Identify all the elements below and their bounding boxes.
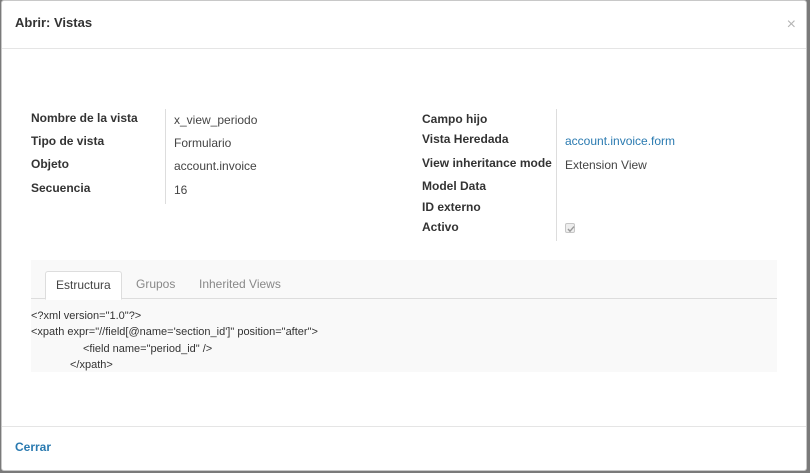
field-label: View inheritance mode bbox=[422, 156, 552, 170]
right-field-divider bbox=[556, 109, 557, 241]
dialog-title: Abrir: Vistas bbox=[15, 15, 93, 30]
notebook: Estructura Grupos Inherited Views <?xml … bbox=[31, 260, 777, 372]
close-icon[interactable]: × bbox=[787, 17, 796, 33]
left-field-divider bbox=[165, 109, 166, 204]
field-label: Secuencia bbox=[31, 181, 91, 195]
tab-bar: Estructura Grupos Inherited Views bbox=[31, 271, 777, 300]
code-line: <field name="period_id" /> bbox=[83, 343, 213, 355]
field-value: Formulario bbox=[174, 136, 232, 150]
field-label: Nombre de la vista bbox=[31, 111, 138, 125]
inherited-view-link[interactable]: account.invoice.form bbox=[565, 134, 675, 148]
code-line: <xpath expr="//field[@name='section_id']… bbox=[31, 326, 318, 338]
field-label: Campo hijo bbox=[422, 112, 488, 126]
field-label: ID externo bbox=[422, 200, 481, 214]
dialog-header: Abrir: Vistas × bbox=[2, 1, 806, 49]
tab-inherited-views[interactable]: Inherited Views bbox=[189, 271, 291, 299]
close-button[interactable]: Cerrar bbox=[15, 440, 51, 454]
field-label: Tipo de vista bbox=[31, 134, 105, 148]
code-line: <?xml version="1.0"?> bbox=[31, 310, 142, 322]
field-label: Model Data bbox=[422, 179, 487, 193]
field-value: Extension View bbox=[565, 158, 647, 172]
field-label: Activo bbox=[422, 220, 459, 234]
left-field-group: Nombre de la vista x_view_periodo Tipo d… bbox=[31, 109, 411, 209]
tab-structure[interactable]: Estructura bbox=[45, 271, 122, 300]
tab-groups[interactable]: Grupos bbox=[126, 271, 185, 299]
field-value: 16 bbox=[174, 183, 188, 197]
field-value: x_view_periodo bbox=[174, 113, 258, 127]
code-line: </xpath> bbox=[70, 359, 113, 371]
field-label: Objeto bbox=[31, 157, 69, 171]
dialog: Abrir: Vistas × Nombre de la vista x_vie… bbox=[1, 0, 807, 471]
right-field-group: Campo hijo Vista Heredada account.invoic… bbox=[422, 109, 782, 244]
checkmark-icon bbox=[567, 226, 575, 233]
field-label: Vista Heredada bbox=[422, 132, 509, 146]
dialog-footer: Cerrar bbox=[2, 426, 806, 470]
active-checkbox[interactable] bbox=[565, 223, 575, 233]
field-value: account.invoice bbox=[174, 159, 257, 173]
